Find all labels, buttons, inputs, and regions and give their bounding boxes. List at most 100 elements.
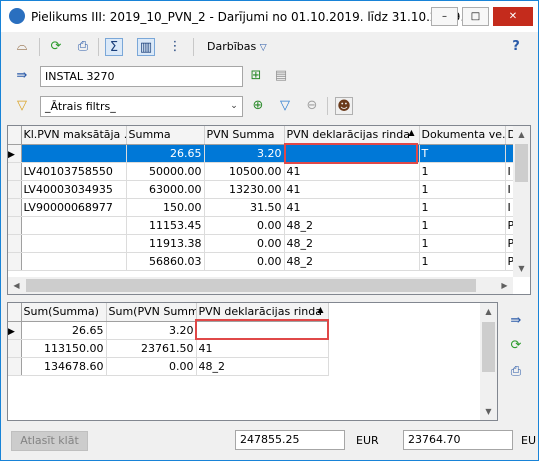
table-row[interactable]: ▶ 26.65 3.20 T (8, 144, 529, 163)
table-cell[interactable]: 31.50 (204, 198, 285, 217)
column-header[interactable]: Summa (126, 126, 205, 145)
table-cell[interactable]: 0.00 (204, 234, 285, 253)
table-cell[interactable]: 13230.00 (204, 180, 285, 199)
table-cell[interactable]: 41 (284, 180, 420, 199)
list-view-icon[interactable]: ▤ (272, 67, 290, 85)
table-cell[interactable]: 10500.00 (204, 162, 285, 181)
tree-icon[interactable]: ⋮ (166, 38, 184, 56)
table-cell[interactable]: T (419, 144, 506, 163)
table-cell[interactable]: 48_2 (284, 216, 420, 235)
column-header[interactable]: Kl.PVN maksātāja ... (21, 126, 127, 145)
maximize-button[interactable]: □ (462, 7, 489, 26)
table-cell[interactable]: 23761.50 (106, 339, 197, 358)
table-row[interactable]: 113150.00 23761.50 41 (8, 339, 329, 358)
column-header[interactable]: PVN Summa (204, 126, 285, 145)
table-cell[interactable]: LV40003034935 (21, 180, 127, 199)
table-cell[interactable]: 1 (419, 252, 506, 271)
table-cell[interactable]: 48_2 (284, 252, 420, 271)
scroll-down-icon[interactable]: ▼ (513, 260, 530, 277)
table-cell[interactable]: 26.65 (21, 321, 107, 340)
table-row[interactable]: LV40103758550 50000.00 10500.00 41 1 I (8, 162, 529, 181)
minimize-button[interactable]: – (431, 7, 458, 26)
column-header[interactable]: Dokumenta ve... (419, 126, 506, 145)
table-cell[interactable]: 63000.00 (126, 180, 205, 199)
table-cell[interactable]: 0.00 (106, 357, 197, 376)
table-cell[interactable] (21, 252, 127, 271)
row-header (8, 216, 22, 235)
table-cell[interactable]: 1 (419, 198, 506, 217)
main-vertical-scrollbar[interactable]: ▲ ▼ (513, 126, 530, 277)
column-header[interactable]: Sum(Summa) (21, 303, 107, 322)
table-cell[interactable]: 26.65 (126, 144, 205, 163)
sort-asc-icon: ▲ (317, 305, 324, 314)
table-cell[interactable]: 41 (196, 339, 329, 358)
table-cell[interactable]: 48_2 (284, 234, 420, 253)
highlight-box (195, 319, 329, 340)
main-table: Kl.PVN maksātāja ... Summa PVN Summa PVN… (8, 126, 529, 271)
company-select[interactable]: INSTAL 3270 (40, 66, 243, 87)
table-cell[interactable]: 1 (419, 234, 506, 253)
table-cell[interactable]: LV40103758550 (21, 162, 127, 181)
refresh-icon[interactable]: ⟳ (47, 38, 65, 56)
help-icon[interactable]: ? (507, 38, 525, 56)
table-cell[interactable] (21, 234, 127, 253)
table-cell[interactable]: 113150.00 (21, 339, 107, 358)
table-cell[interactable]: 56860.03 (126, 252, 205, 271)
scroll-up-icon[interactable]: ▲ (513, 126, 530, 143)
close-button[interactable]: ✕ (493, 7, 533, 26)
table-cell[interactable]: 0.00 (204, 216, 285, 235)
scroll-up-icon[interactable]: ▲ (480, 303, 497, 320)
main-horizontal-scrollbar[interactable]: ◀ ▶ (8, 277, 513, 294)
actions-menu[interactable]: Darbības ▽ (207, 40, 267, 53)
table-cell[interactable]: 3.20 (204, 144, 285, 163)
table-cell[interactable]: 41 (284, 162, 420, 181)
column-header[interactable]: Sum(PVN Summa) (106, 303, 197, 322)
export-arrow-icon[interactable]: ⇛ (507, 312, 525, 330)
main-data-grid: Kl.PVN maksātāja ... Summa PVN Summa PVN… (7, 125, 531, 295)
add-filter-icon[interactable]: ⊕ (249, 97, 267, 115)
table-row[interactable]: LV90000068977 150.00 31.50 41 1 I (8, 198, 529, 217)
columns-icon[interactable]: ▥ (137, 38, 155, 56)
table-cell[interactable]: LV90000068977 (21, 198, 127, 217)
print-icon[interactable]: ⎙ (74, 38, 92, 56)
scroll-thumb[interactable] (26, 279, 476, 292)
refresh-icon[interactable]: ⟳ (507, 337, 525, 355)
filter-icon[interactable]: ▽ (276, 97, 294, 115)
select-add-button[interactable]: Atlasīt klāt (11, 431, 88, 451)
table-cell[interactable]: 1 (419, 216, 506, 235)
table-cell[interactable]: 11153.45 (126, 216, 205, 235)
table-cell[interactable]: 48_2 (196, 357, 329, 376)
glasses-icon[interactable]: ⌓ (13, 38, 31, 56)
scroll-thumb[interactable] (482, 322, 495, 372)
table-cell[interactable]: 0.00 (204, 252, 285, 271)
table-row[interactable]: 134678.60 0.00 48_2 (8, 357, 329, 376)
table-cell[interactable]: 150.00 (126, 198, 205, 217)
table-cell[interactable]: 11913.38 (126, 234, 205, 253)
remove-filter-icon[interactable]: ⊖ (303, 97, 321, 115)
add-list-icon[interactable]: ⊞ (247, 67, 265, 85)
column-header-sorted[interactable]: PVN deklarācijas rinda ▲ (284, 126, 420, 145)
scroll-down-icon[interactable]: ▼ (480, 403, 497, 420)
table-row[interactable]: 11913.38 0.00 48_2 1 P (8, 234, 529, 253)
table-cell[interactable] (21, 144, 127, 163)
summary-vertical-scrollbar[interactable]: ▲ ▼ (480, 303, 497, 420)
sum-icon[interactable]: Σ (105, 38, 123, 56)
scroll-thumb[interactable] (515, 144, 528, 182)
table-cell[interactable]: 50000.00 (126, 162, 205, 181)
table-row[interactable]: 56860.03 0.00 48_2 1 P (8, 252, 529, 271)
user-icon[interactable]: ☻ (335, 97, 353, 115)
print-icon[interactable]: ⎙ (507, 363, 525, 381)
scroll-right-icon[interactable]: ▶ (496, 277, 513, 294)
filter-edit-icon[interactable]: ▽ (13, 97, 31, 115)
table-row[interactable]: LV40003034935 63000.00 13230.00 41 1 I (8, 180, 529, 199)
table-cell[interactable] (21, 216, 127, 235)
table-cell[interactable]: 3.20 (106, 321, 197, 340)
table-row[interactable]: 11153.45 0.00 48_2 1 P (8, 216, 529, 235)
table-cell[interactable]: 1 (419, 180, 506, 199)
scroll-left-icon[interactable]: ◀ (8, 277, 25, 294)
quick-filter-select[interactable]: _Ātrais filtrs_ ⌄ (40, 96, 243, 117)
table-cell[interactable]: 1 (419, 162, 506, 181)
list-arrow-icon[interactable]: ⇛ (13, 67, 31, 85)
table-cell[interactable]: 134678.60 (21, 357, 107, 376)
table-cell[interactable]: 41 (284, 198, 420, 217)
